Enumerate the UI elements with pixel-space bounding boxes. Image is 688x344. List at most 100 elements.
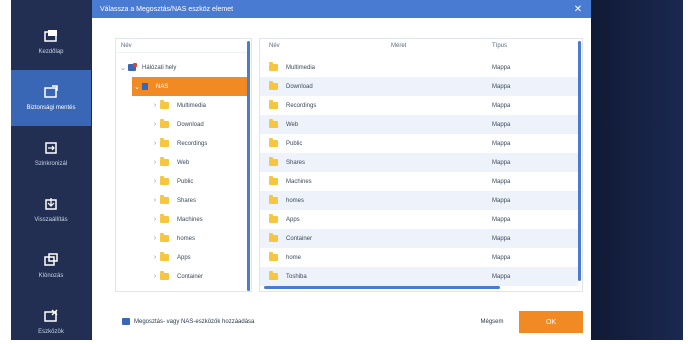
tree-item-label: Shares: [177, 197, 197, 204]
nav-item-label: Klónozás: [38, 273, 64, 279]
nav-item-sync[interactable]: Szinkronizál: [11, 126, 91, 182]
list-row[interactable]: Download Mappa: [260, 77, 578, 96]
tree-item-folder[interactable]: › Web: [150, 153, 189, 172]
folder-icon: [160, 176, 169, 185]
chevron-right-icon[interactable]: ›: [150, 197, 160, 204]
nav-item-label: Kezdőlap: [38, 49, 64, 55]
list-item-label: homes: [286, 197, 305, 204]
list-item-type: Mappa: [492, 216, 511, 223]
nav-item-home[interactable]: Kezdőlap: [11, 14, 91, 70]
list-row[interactable]: Apps Mappa: [260, 210, 578, 229]
nav-item-label: Eszközök: [38, 329, 64, 335]
list-row[interactable]: homes Mappa: [260, 191, 578, 210]
tree-item-folder[interactable]: › homes: [150, 229, 195, 248]
list-item-name: Shares: [269, 157, 305, 166]
chevron-right-icon[interactable]: ›: [150, 235, 160, 242]
cancel-button[interactable]: Mégsem: [469, 315, 515, 329]
list-item-type: Mappa: [492, 235, 511, 242]
nav-item-backup[interactable]: Biztonsági mentés: [11, 70, 91, 126]
folder-icon: [160, 195, 169, 204]
tree-item-network[interactable]: ⌄ Hálózati hely: [118, 58, 248, 77]
chevron-down-icon[interactable]: ⌄: [118, 64, 128, 72]
list-item-type: Mappa: [492, 254, 511, 261]
tree-item-folder[interactable]: › Container: [150, 267, 203, 286]
list-item-type: Mappa: [492, 64, 511, 71]
list-row[interactable]: Toshiba Mappa: [260, 267, 578, 286]
nav-item-label: Szinkronizál: [34, 161, 68, 167]
list-row[interactable]: Shares Mappa: [260, 153, 578, 172]
folder-tree: Név ⌄ Hálózati hely ⌄ NAS › Multimedia › D…: [115, 38, 252, 292]
tree-item-folder[interactable]: › Shares: [150, 191, 196, 210]
list-item-label: Multimedia: [286, 64, 316, 71]
tree-item-folder[interactable]: › Machines: [150, 210, 203, 229]
column-header-type[interactable]: Típus: [492, 39, 507, 53]
tree-item-folder[interactable]: › Apps: [150, 248, 191, 267]
folder-icon: [160, 157, 169, 166]
close-icon[interactable]: ✕: [571, 2, 585, 16]
chevron-right-icon[interactable]: ›: [150, 254, 160, 261]
tree-item-folder[interactable]: › Public: [150, 172, 193, 191]
list-horizontal-scrollbar[interactable]: [264, 286, 500, 289]
list-item-name: Toshiba: [269, 271, 307, 280]
list-item-type: Mappa: [492, 121, 511, 128]
list-row[interactable]: Machines Mappa: [260, 172, 578, 191]
chevron-down-icon[interactable]: ⌄: [132, 83, 142, 91]
list-item-label: Recordings: [286, 102, 317, 109]
list-row[interactable]: Multimedia Mappa: [260, 58, 578, 77]
nas-select-dialog: Válassza a Megosztás/NAS eszköz elemet ✕…: [92, 0, 591, 340]
tree-item-label: Machines: [177, 216, 203, 223]
chevron-right-icon[interactable]: ›: [150, 121, 160, 128]
column-header-size[interactable]: Méret: [391, 39, 406, 53]
list-item-type: Mappa: [492, 140, 511, 147]
folder-icon: [160, 271, 169, 280]
folder-icon: [160, 233, 169, 242]
list-item-name: Public: [269, 138, 302, 147]
chevron-right-icon[interactable]: ›: [150, 102, 160, 109]
list-row[interactable]: Web Mappa: [260, 115, 578, 134]
list-item-name: Container: [269, 233, 312, 242]
list-row[interactable]: home Mappa: [260, 248, 578, 267]
tree-header: Név: [116, 39, 251, 53]
nav-item-restore[interactable]: Visszaállítás: [11, 182, 91, 238]
tree-item-label: Multimedia: [177, 102, 207, 109]
tree-item-label: Download: [177, 121, 204, 128]
tree-scrollbar[interactable]: [247, 41, 250, 291]
sync-icon: [45, 142, 57, 154]
list-item-type: Mappa: [492, 83, 511, 90]
dialog-titlebar: Válassza a Megosztás/NAS eszköz elemet ✕: [92, 0, 591, 18]
nav-item-label: Biztonsági mentés: [26, 105, 76, 111]
list-vertical-scrollbar[interactable]: [578, 41, 581, 281]
nav-item-tools[interactable]: Eszközök: [11, 294, 91, 340]
list-item-label: Toshiba: [286, 273, 307, 280]
chevron-right-icon[interactable]: ›: [150, 178, 160, 185]
chevron-right-icon[interactable]: ›: [150, 159, 160, 166]
list-item-type: Mappa: [492, 159, 511, 166]
chevron-right-icon[interactable]: ›: [150, 273, 160, 280]
list-item-name: Machines: [269, 176, 312, 185]
chevron-right-icon[interactable]: ›: [150, 216, 160, 223]
list-row[interactable]: Recordings Mappa: [260, 96, 578, 115]
tree-item-folder[interactable]: › Download: [150, 115, 204, 134]
tree-item-nas[interactable]: ⌄ NAS: [132, 77, 250, 96]
folder-icon: [269, 119, 278, 128]
app-window: Kezdőlap Biztonsági mentés Szinkronizál …: [11, 0, 683, 340]
tree-item-label: Container: [177, 273, 204, 280]
folder-icon: [269, 233, 278, 242]
list-item-label: Web: [286, 121, 299, 128]
column-header-name[interactable]: Név: [269, 39, 280, 53]
chevron-right-icon[interactable]: ›: [150, 140, 160, 147]
tree-item-folder[interactable]: › Multimedia: [150, 96, 206, 115]
tools-icon: [44, 309, 58, 322]
list-row[interactable]: Container Mappa: [260, 229, 578, 248]
add-share-nas-link[interactable]: Megosztás- vagy NAS-eszközök hozzáadása: [122, 318, 254, 325]
list-row[interactable]: Public Mappa: [260, 134, 578, 153]
ok-button[interactable]: OK: [519, 311, 583, 333]
tree-item-folder[interactable]: › Recordings: [150, 134, 207, 153]
tree-item-label: Public: [177, 178, 194, 185]
list-item-label: Download: [286, 83, 313, 90]
folder-icon: [160, 138, 169, 147]
nav-item-label: Visszaállítás: [34, 217, 68, 223]
nav-item-clone[interactable]: Klónozás: [11, 238, 91, 294]
background-panel: [591, 0, 683, 340]
folder-icon: [160, 252, 169, 261]
